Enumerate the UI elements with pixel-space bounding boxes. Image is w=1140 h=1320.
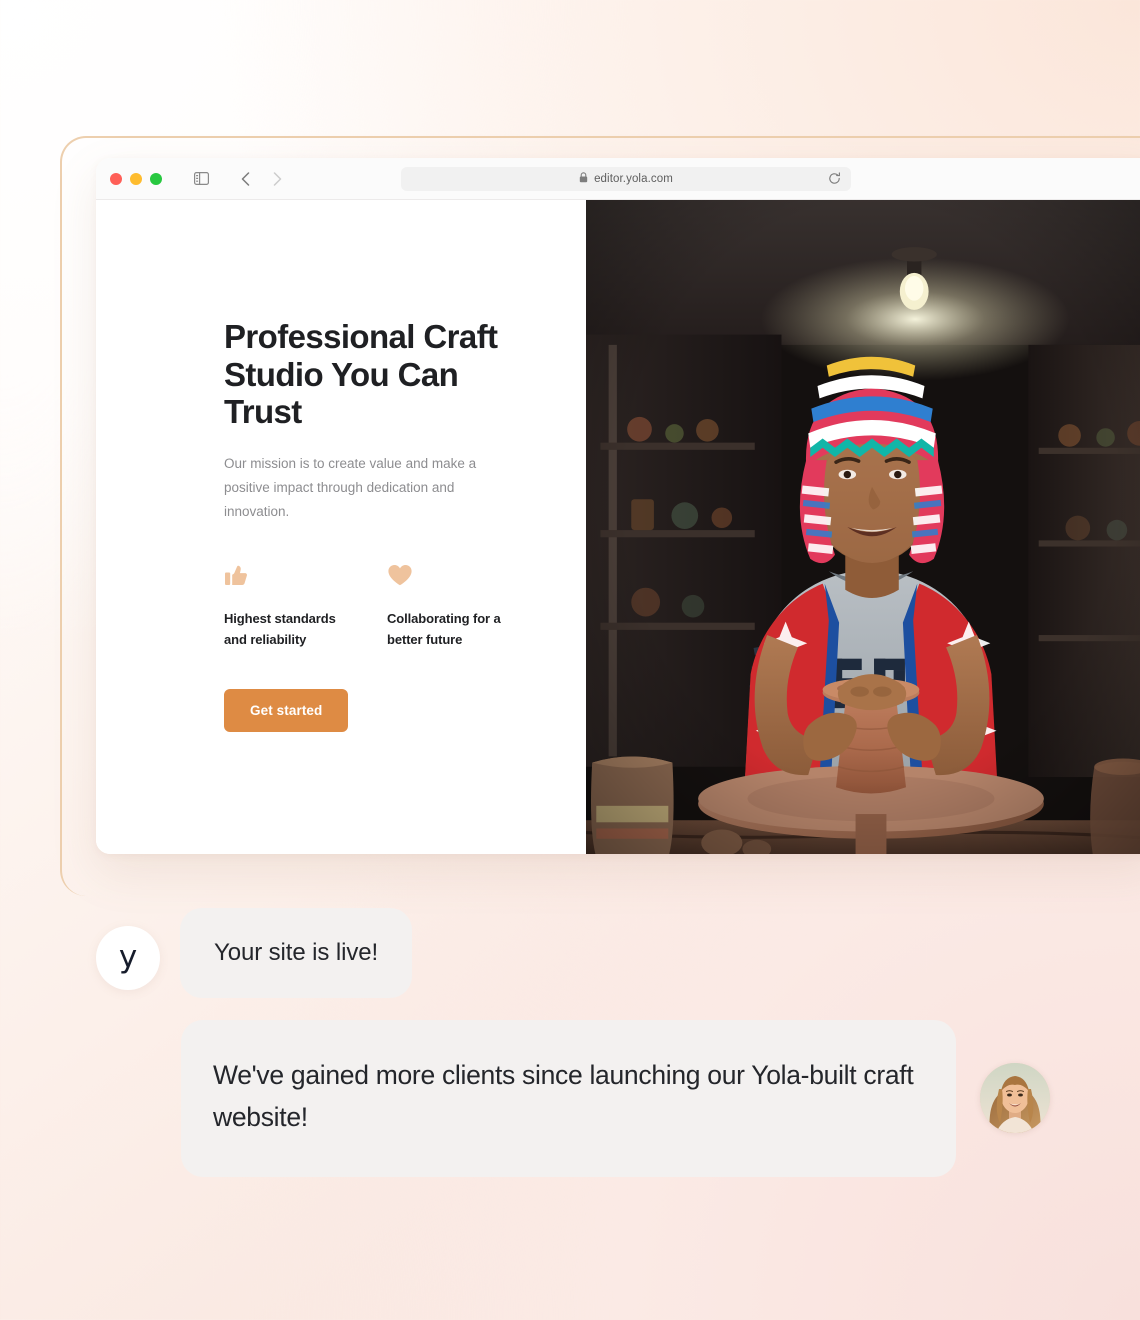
url-text: editor.yola.com: [594, 172, 673, 185]
feature-item-collaboration: Collaborating for a better future: [387, 562, 520, 651]
feature-label: Highest standards and reliability: [224, 610, 336, 648]
get-started-button[interactable]: Get started: [224, 688, 349, 732]
close-window-button[interactable]: [110, 172, 122, 185]
thumbs-up-icon: [224, 562, 357, 588]
hero-text-column: Professional Craft Studio You Can Trust …: [96, 200, 586, 854]
minimize-window-button[interactable]: [130, 172, 142, 185]
testimonial-bubble: We've gained more clients since launchin…: [181, 1020, 956, 1177]
hero-image: [586, 200, 1140, 854]
url-bar[interactable]: editor.yola.com: [401, 166, 851, 191]
navigation-controls: [188, 166, 290, 192]
lock-icon: [579, 170, 588, 188]
sidebar-toggle-icon[interactable]: [188, 166, 214, 192]
heart-icon: [387, 562, 520, 588]
forward-button[interactable]: [264, 166, 290, 192]
page-title: Professional Craft Studio You Can Trust: [224, 318, 498, 431]
feature-label: Collaborating for a better future: [387, 610, 501, 648]
testimonial-row: We've gained more clients since launchin…: [181, 1020, 1096, 1177]
yola-logo-letter: y: [118, 938, 138, 975]
browser-toolbar: editor.yola.com: [96, 158, 1140, 200]
status-message-row: y Your site is live!: [96, 908, 1096, 998]
status-message-bubble: Your site is live!: [180, 908, 413, 998]
traffic-light-controls: [110, 172, 162, 185]
feature-list: Highest standards and reliability Collab…: [224, 562, 586, 651]
back-button[interactable]: [232, 166, 258, 192]
site-viewport: Professional Craft Studio You Can Trust …: [96, 200, 1140, 854]
reload-icon[interactable]: [825, 170, 843, 188]
url-content: editor.yola.com: [579, 170, 673, 188]
chat-section: y Your site is live! We've gained more c…: [96, 908, 1096, 1177]
feature-item-standards: Highest standards and reliability: [224, 562, 357, 651]
maximize-window-button[interactable]: [150, 172, 162, 185]
yola-logo-avatar: y: [96, 926, 160, 990]
reviewer-avatar: [980, 1063, 1050, 1134]
browser-window: editor.yola.com Professional Craft Studi…: [96, 158, 1140, 854]
hero-subtext: Our mission is to create value and make …: [224, 455, 477, 519]
